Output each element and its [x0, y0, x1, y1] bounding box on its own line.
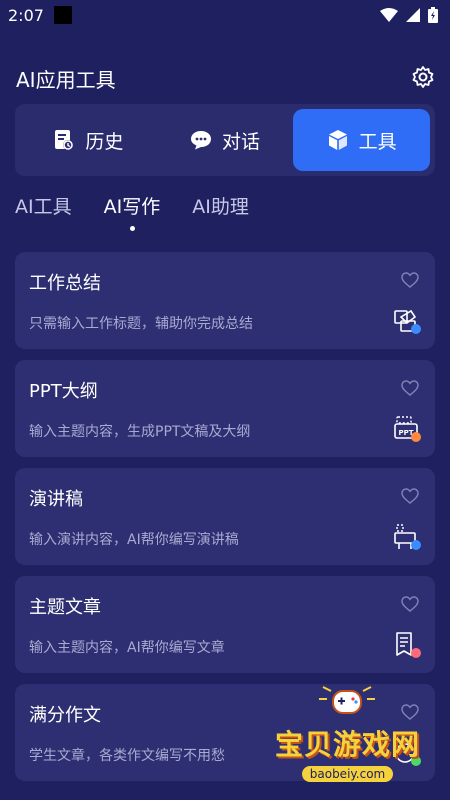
- tool-card-work-summary[interactable]: 工作总结 只需输入工作标题，辅助你完成总结: [15, 252, 435, 349]
- page-title: AI应用工具: [16, 68, 116, 92]
- tab-tools[interactable]: 工具: [293, 109, 431, 171]
- tool-card-speech[interactable]: 演讲稿 输入演讲内容，AI帮你编写演讲稿: [15, 468, 435, 565]
- favorite-heart-icon[interactable]: [401, 596, 419, 612]
- card-description: 输入主题内容，生成PPT文稿及大纲: [29, 424, 251, 440]
- card-title: 主题文章: [29, 597, 101, 618]
- main-tabs: 历史 对话 工具: [15, 104, 435, 176]
- tool-card-ppt-outline[interactable]: PPT大纲 输入主题内容，生成PPT文稿及大纲 PPT: [15, 360, 435, 457]
- tool-card-topic-article[interactable]: 主题文章 输入主题内容，AI帮你编写文章: [15, 576, 435, 673]
- signal-icon: [406, 8, 420, 22]
- status-time: 2:07: [8, 5, 44, 25]
- tab-history-label: 历史: [85, 130, 124, 153]
- sub-tabs: AI工具 AI写作 AI助理: [15, 192, 249, 231]
- watermark-logo: 宝贝游戏网 baobeiy.com: [275, 685, 420, 782]
- favorite-heart-icon[interactable]: [401, 380, 419, 396]
- cube-icon: [327, 129, 349, 151]
- active-indicator-dot: [129, 226, 135, 231]
- tab-chat[interactable]: 对话: [157, 109, 294, 171]
- chat-bubble-icon: [190, 129, 212, 151]
- subtab-ai-writing-label: AI写作: [103, 196, 161, 218]
- tab-chat-label: 对话: [222, 130, 261, 153]
- speech-icon: [394, 524, 421, 550]
- card-title: PPT大纲: [29, 381, 98, 402]
- watermark-url: baobeiy.com: [301, 766, 394, 782]
- gear-icon: [412, 66, 434, 88]
- card-title: 满分作文: [29, 705, 101, 726]
- card-title: 演讲稿: [29, 489, 83, 510]
- watermark-text: 宝贝游戏网: [274, 728, 420, 761]
- game-controller-icon: [319, 686, 376, 714]
- card-description: 只需输入工作标题，辅助你完成总结: [29, 316, 253, 332]
- subtab-ai-tools-label: AI工具: [15, 196, 72, 218]
- card-description: 输入主题内容，AI帮你编写文章: [29, 640, 225, 656]
- subtab-ai-assistant[interactable]: AI助理: [192, 192, 249, 219]
- card-title: 工作总结: [29, 273, 101, 294]
- battery-icon: [428, 7, 438, 23]
- summary-doc-icon: [394, 309, 421, 334]
- favorite-heart-icon[interactable]: [401, 272, 419, 288]
- notification-icon: [53, 6, 72, 24]
- status-bar: 2:07: [0, 0, 450, 30]
- wifi-icon: [380, 8, 398, 22]
- card-description: 输入演讲内容，AI帮你编写演讲稿: [29, 532, 239, 548]
- settings-button[interactable]: [410, 64, 436, 90]
- subtab-ai-tools[interactable]: AI工具: [15, 192, 72, 219]
- history-doc-icon: [53, 129, 75, 151]
- card-description: 学生文章，各类作文编写不用愁: [29, 748, 225, 764]
- tab-tools-label: 工具: [358, 130, 397, 153]
- subtab-ai-assistant-label: AI助理: [192, 196, 249, 218]
- subtab-ai-writing[interactable]: AI写作: [103, 192, 161, 231]
- tab-history[interactable]: 历史: [20, 109, 157, 171]
- article-icon: [396, 632, 421, 658]
- favorite-heart-icon[interactable]: [401, 488, 419, 504]
- ppt-icon: PPT: [394, 416, 421, 442]
